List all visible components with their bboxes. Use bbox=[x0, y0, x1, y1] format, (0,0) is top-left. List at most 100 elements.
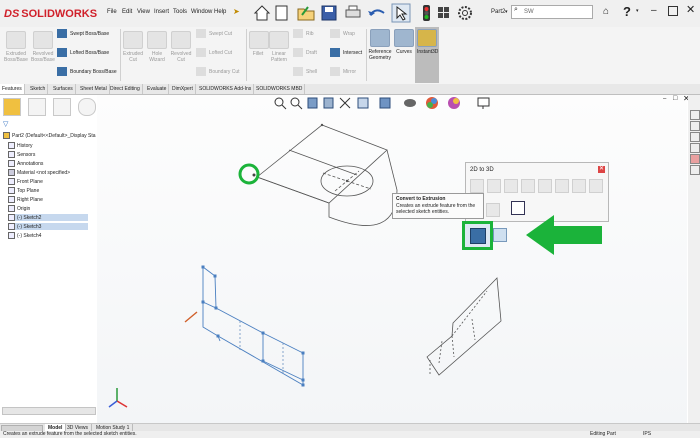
curves-button[interactable]: Curves bbox=[394, 29, 414, 55]
solidworks-resources-icon[interactable] bbox=[690, 110, 700, 120]
custom-properties-icon[interactable] bbox=[690, 165, 700, 175]
configuration-tab-icon[interactable] bbox=[53, 98, 71, 116]
wrap-button[interactable]: Wrap bbox=[330, 29, 364, 38]
select-arrow-icon[interactable] bbox=[391, 3, 411, 23]
extruded-boss-button[interactable]: Extruded Boss/Base bbox=[3, 31, 29, 63]
sketch-top[interactable] bbox=[256, 123, 398, 226]
dimxpert-tab-icon[interactable] bbox=[78, 98, 96, 116]
extruded-cut-button[interactable]: Extruded Cut bbox=[122, 31, 144, 63]
tree-item-sketch2[interactable]: (-) Sketch2 bbox=[8, 214, 88, 221]
design-library-icon[interactable] bbox=[690, 121, 700, 131]
solidworks-logo[interactable]: DS SOLIDWORKS bbox=[4, 8, 97, 20]
back-view-icon[interactable] bbox=[555, 179, 569, 193]
mirror-button[interactable]: Mirror bbox=[330, 67, 364, 76]
gear-icon[interactable] bbox=[458, 6, 472, 20]
maximize-icon[interactable] bbox=[668, 6, 678, 16]
tree-item-right-plane[interactable]: Right Plane bbox=[8, 196, 43, 203]
grid-options-icon[interactable] bbox=[438, 7, 449, 18]
menu-view[interactable]: View bbox=[137, 9, 150, 15]
lofted-boss-button[interactable]: Lofted Boss/Base bbox=[57, 48, 117, 57]
top-view-icon[interactable] bbox=[487, 179, 501, 193]
tree-item-front-plane[interactable]: Front Plane bbox=[8, 178, 43, 185]
tab-sketch[interactable]: Sketch bbox=[28, 84, 49, 94]
rib-button[interactable]: Rib bbox=[293, 29, 323, 38]
convert-to-cut-button[interactable] bbox=[493, 228, 507, 242]
horizontal-scrollbar[interactable] bbox=[2, 407, 96, 415]
toolbar-close-button[interactable]: ✕ bbox=[598, 166, 605, 173]
help-icon[interactable]: ? bbox=[623, 4, 631, 19]
tree-item-sketch3[interactable]: (-) Sketch3 bbox=[8, 223, 88, 230]
home-user-icon[interactable]: ⌂ bbox=[603, 6, 609, 17]
tab-evaluate[interactable]: Evaluate bbox=[145, 84, 170, 94]
auxiliary-view-icon[interactable] bbox=[572, 179, 586, 193]
tab-mbd[interactable]: SOLIDWORKS MBD bbox=[254, 84, 306, 94]
lofted-cut-button[interactable]: Lofted Cut bbox=[196, 48, 246, 57]
revolved-boss-button[interactable]: Revolved Boss/Base bbox=[30, 31, 56, 63]
minimize-icon[interactable]: – bbox=[651, 5, 657, 16]
file-explorer-icon[interactable] bbox=[690, 132, 700, 142]
menu-file[interactable]: File bbox=[107, 9, 117, 15]
tab-features[interactable]: Features bbox=[0, 84, 25, 94]
units-selector[interactable]: IPS bbox=[643, 431, 651, 438]
close-icon[interactable]: ✕ bbox=[686, 3, 695, 16]
filter-icon[interactable]: ▽ bbox=[3, 120, 8, 128]
tree-item-origin[interactable]: Origin bbox=[8, 205, 30, 212]
boundary-boss-button[interactable]: Boundary Boss/Base bbox=[57, 67, 119, 76]
align-sketch-icon[interactable] bbox=[511, 201, 525, 215]
front-view-icon[interactable] bbox=[470, 179, 484, 193]
sketch-right[interactable] bbox=[426, 277, 502, 376]
shell-button[interactable]: Shell bbox=[293, 67, 323, 76]
view-triad-icon[interactable] bbox=[108, 388, 128, 408]
new-document-icon[interactable] bbox=[275, 5, 288, 21]
help-dropdown-icon[interactable]: ▾ bbox=[636, 8, 639, 14]
menu-tools[interactable]: Tools bbox=[173, 9, 187, 15]
revolved-cut-button[interactable]: Revolved Cut bbox=[170, 31, 192, 63]
linear-pattern-button[interactable]: Linear Pattern bbox=[268, 31, 290, 63]
repair-sketch-icon[interactable] bbox=[486, 203, 500, 217]
print-icon[interactable] bbox=[345, 5, 361, 18]
fillet-button[interactable]: Fillet bbox=[249, 31, 269, 57]
tab-dimxpert[interactable]: DimXpert bbox=[170, 84, 196, 94]
intersect-button[interactable]: Intersect bbox=[330, 48, 366, 57]
undo-icon[interactable] bbox=[368, 9, 385, 16]
menu-help[interactable]: Help bbox=[214, 9, 226, 15]
bottom-view-icon[interactable] bbox=[538, 179, 552, 193]
draft-button[interactable]: Draft bbox=[293, 48, 323, 57]
featuremanager-tab-icon[interactable] bbox=[3, 98, 21, 116]
tree-item-annotations[interactable]: Annotations bbox=[8, 160, 43, 167]
document-dropdown-icon[interactable]: ▾ bbox=[505, 9, 508, 15]
propertymanager-tab-icon[interactable] bbox=[28, 98, 46, 116]
search-input[interactable]: SW bbox=[511, 5, 593, 19]
tab-sheet-metal[interactable]: Sheet Metal bbox=[78, 84, 110, 94]
menu-window[interactable]: Window bbox=[191, 9, 212, 15]
tab-surfaces[interactable]: Surfaces bbox=[51, 84, 76, 94]
left-view-icon[interactable] bbox=[521, 179, 535, 193]
boundary-cut-button[interactable]: Boundary Cut bbox=[196, 67, 246, 76]
view-palette-icon[interactable] bbox=[690, 143, 700, 153]
tab-direct-editing[interactable]: Direct Editing bbox=[108, 84, 143, 94]
tree-item-history[interactable]: History bbox=[8, 142, 33, 149]
swept-cut-button[interactable]: Swept Cut bbox=[196, 29, 246, 38]
sketch-selected[interactable] bbox=[201, 265, 305, 387]
traffic-light-icon[interactable] bbox=[423, 5, 430, 21]
create-sketch-icon[interactable] bbox=[589, 179, 603, 193]
tree-item-sketch4[interactable]: (-) Sketch4 bbox=[8, 232, 41, 239]
swept-boss-button[interactable]: Swept Boss/Base bbox=[57, 29, 117, 38]
menu-edit[interactable]: Edit bbox=[122, 9, 132, 15]
home-icon[interactable] bbox=[253, 5, 271, 21]
pin-icon[interactable]: ➤ bbox=[233, 7, 240, 16]
tab-addins[interactable]: SOLIDWORKS Add-Ins bbox=[197, 84, 255, 94]
tree-root-part[interactable]: Part2 (Default<<Default>_Display Sta bbox=[3, 132, 96, 139]
reference-geometry-button[interactable]: Reference Geometry bbox=[367, 29, 393, 61]
right-view-icon[interactable] bbox=[504, 179, 518, 193]
tree-item-sensors[interactable]: Sensors bbox=[8, 151, 35, 158]
instant3d-button[interactable]: Instant3D bbox=[415, 27, 439, 83]
tree-item-material[interactable]: Material <not specified> bbox=[8, 169, 70, 176]
appearances-icon[interactable] bbox=[690, 154, 700, 164]
open-folder-icon[interactable] bbox=[297, 6, 315, 21]
hole-wizard-button[interactable]: Hole Wizard bbox=[146, 31, 168, 63]
convert-to-extrusion-button[interactable] bbox=[462, 221, 493, 250]
tree-item-top-plane[interactable]: Top Plane bbox=[8, 187, 39, 194]
menu-insert[interactable]: Insert bbox=[154, 9, 169, 15]
save-icon[interactable] bbox=[321, 5, 337, 21]
